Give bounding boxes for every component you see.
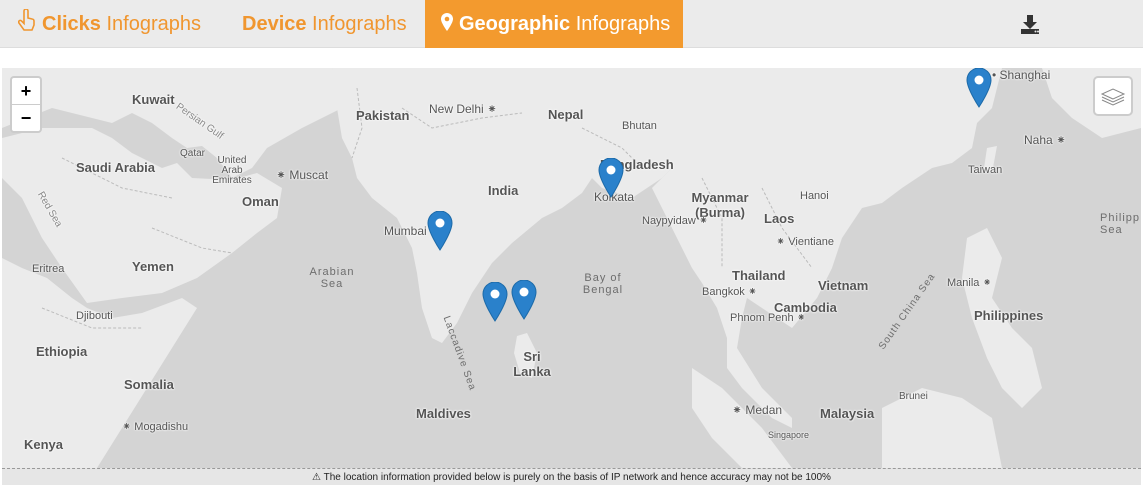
label-djibouti: Djibouti (76, 310, 113, 322)
label-hanoi: Hanoi (800, 190, 829, 202)
zoom-control: + − (10, 76, 42, 133)
layers-button[interactable] (1093, 76, 1133, 116)
warning-icon: ⚠ (312, 472, 321, 483)
label-pakistan: Pakistan (356, 108, 410, 123)
tab-bar: Clicks Infographs Device Infographs Geog… (0, 0, 1143, 48)
download-icon[interactable] (1018, 12, 1042, 36)
label-taiwan: Taiwan (968, 164, 1003, 176)
label-philippine-sea: Philipp Sea (1100, 212, 1141, 236)
label-nepal: Nepal (548, 107, 584, 122)
label-phnom-penh: Phnom Penh ⁕ (730, 312, 806, 324)
label-manila: Manila ⁕ (947, 277, 992, 289)
label-new-delhi: New Delhi ⁕ (429, 102, 498, 116)
map-marker-mumbai[interactable] (427, 210, 453, 251)
label-kuwait: Kuwait (132, 92, 175, 107)
label-medan: ⁕ Medan (732, 403, 783, 417)
label-bangkok: Bangkok ⁕ (702, 286, 758, 298)
hand-pointer-icon (17, 1, 36, 49)
label-brunei: Brunei (899, 391, 928, 402)
label-sri-lanka: Sri Lanka (513, 349, 551, 379)
label-oman: Oman (242, 194, 279, 209)
label-naha: Naha ⁕ (1024, 133, 1067, 147)
label-arabian-sea: Arabian Sea (309, 266, 355, 290)
map-marker-icon (441, 1, 453, 49)
map-marker-shanghai[interactable] (966, 68, 992, 108)
label-qatar: Qatar (180, 148, 206, 159)
label-singapore: Singapore (768, 430, 810, 440)
geographic-map[interactable]: Kuwait Persian Gulf Qatar United Arab Em… (2, 68, 1141, 468)
label-maldives: Maldives (416, 406, 471, 421)
label-vientiane: ⁕ Vientiane (776, 236, 834, 248)
label-thailand: Thailand (732, 268, 786, 283)
zoom-out-button[interactable]: − (12, 104, 40, 131)
label-mogadishu: ⁕ Mogadishu (122, 421, 189, 433)
map-marker-chennai[interactable] (511, 279, 537, 320)
label-shanghai: • Shanghai (992, 68, 1051, 82)
label-kenya: Kenya (24, 437, 64, 452)
label-uae: United Arab Emirates (212, 155, 252, 186)
tab-device-infographs[interactable]: Device Infographs (242, 0, 407, 48)
label-laos: Laos (764, 211, 795, 226)
label-bay-of-bengal: Bay of Bengal (582, 272, 624, 296)
label-somalia: Somalia (124, 377, 174, 392)
label-muscat: ⁕ Muscat (276, 168, 329, 182)
map-marker-kolkata[interactable] (598, 157, 624, 198)
notice-text: The location information provided below … (323, 472, 831, 483)
label-saudi-arabia: Saudi Arabia (76, 160, 155, 175)
accuracy-notice: ⚠ The location information provided belo… (2, 468, 1141, 485)
map-marker-bengaluru[interactable] (482, 281, 508, 322)
label-malaysia: Malaysia (820, 406, 875, 421)
label-mumbai: Mumbai (384, 224, 427, 238)
label-ethiopia: Ethiopia (36, 344, 88, 359)
label-bhutan: Bhutan (622, 120, 657, 132)
zoom-in-button[interactable]: + (12, 78, 40, 104)
label-philippines: Philippines (974, 308, 1044, 323)
label-naypyidaw: Naypyidaw ⁕ (642, 215, 709, 227)
tab-clicks-infographs[interactable]: Clicks Infographs (17, 0, 201, 49)
label-yemen: Yemen (132, 259, 174, 274)
label-vietnam: Vietnam (818, 278, 869, 293)
label-eritrea: Eritrea (32, 263, 65, 275)
label-india: India (488, 183, 519, 198)
tab-geographic-infographs[interactable]: Geographic Infographs (425, 0, 683, 48)
spacer-strip (0, 48, 1143, 68)
layers-icon (1100, 88, 1126, 106)
